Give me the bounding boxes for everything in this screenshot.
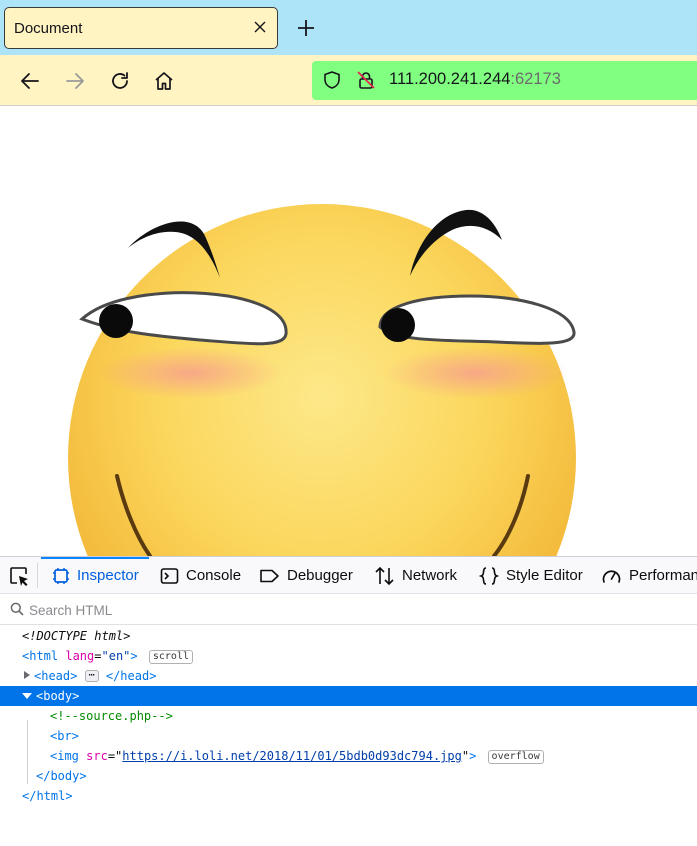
html-lang-value: "en" — [101, 649, 131, 663]
head-open-tag: <head> — [34, 669, 78, 683]
source-comment-node: <!--source.php--> — [50, 709, 173, 723]
new-tab-plus-icon[interactable] — [296, 18, 316, 38]
url-text: 111.200.241.244:62173 — [389, 70, 561, 89]
tab-network-label: Network — [402, 567, 458, 584]
url-bar[interactable]: 111.200.241.244:62173 — [312, 61, 697, 100]
head-close-tag: </head> — [105, 669, 157, 683]
reload-icon[interactable] — [109, 70, 131, 92]
back-arrow-icon[interactable] — [19, 70, 41, 92]
collapsed-children-badge[interactable]: ⋯ — [84, 670, 99, 682]
performance-icon — [602, 569, 621, 583]
tab-performance-label: Performan — [629, 567, 697, 584]
network-icon — [375, 566, 394, 585]
markup-html-close-row[interactable]: </html> — [0, 786, 697, 806]
tab-strip: Document — [0, 0, 697, 55]
tab-performance[interactable]: Performan — [601, 557, 697, 594]
tab-inspector-label: Inspector — [77, 567, 139, 584]
debugger-icon — [260, 569, 279, 582]
tab-console[interactable]: Console — [160, 557, 241, 594]
tab-style-editor-label: Style Editor — [506, 567, 583, 584]
tab-inspector[interactable]: Inspector — [41, 557, 149, 594]
doctype-node: <!DOCTYPE html> — [22, 629, 131, 643]
tracking-protection-shield-icon[interactable] — [322, 70, 342, 90]
collapse-twisty-icon[interactable] — [22, 693, 32, 699]
right-pupil — [381, 308, 415, 342]
html-close-tag: </html> — [22, 789, 73, 803]
img-src-attr: src — [86, 749, 108, 763]
toolbar-separator — [37, 563, 38, 588]
markup-doctype-row[interactable]: <!DOCTYPE html> — [0, 626, 697, 646]
img-attr-eq: =" — [107, 749, 123, 763]
img-open-tag: <img — [50, 749, 79, 763]
url-host: 111.200.241.244 — [389, 70, 511, 88]
left-pupil — [99, 304, 133, 338]
forward-arrow-icon[interactable] — [64, 70, 86, 92]
right-blush — [384, 347, 568, 399]
left-blush — [98, 347, 282, 399]
markup-html-row[interactable]: <html lang="en"> scroll — [0, 646, 697, 666]
inspector-icon — [53, 567, 69, 584]
scroll-badge[interactable]: scroll — [148, 650, 193, 664]
devtools-toolbar: Inspector Console Debugger Network Style… — [0, 557, 697, 594]
markup-br-row[interactable]: <br> — [0, 726, 697, 746]
indent-guide-line — [27, 720, 28, 784]
html-open-close: > — [130, 649, 138, 663]
tab-style-editor[interactable]: Style Editor — [479, 557, 583, 594]
markup-body-row-selected[interactable]: <body> — [0, 686, 697, 706]
img-close-bracket: > — [469, 749, 477, 763]
page-viewport — [0, 106, 697, 556]
tab-network[interactable]: Network — [374, 557, 457, 594]
browser-tab[interactable]: Document — [4, 7, 278, 49]
tab-console-label: Console — [186, 567, 242, 584]
smirking-face-emoji-image — [68, 204, 576, 556]
navigation-toolbar: 111.200.241.244:62173 — [0, 55, 697, 106]
body-open-tag: <body> — [36, 689, 80, 703]
home-icon[interactable] — [153, 70, 175, 92]
url-port: :62173 — [510, 70, 561, 88]
img-attr-end: " — [461, 749, 470, 763]
html-lang-attr: lang — [65, 649, 95, 663]
markup-body-close-row[interactable]: </body> — [0, 766, 697, 786]
markup-comment-row[interactable]: <!--source.php--> — [0, 706, 697, 726]
tab-debugger-label: Debugger — [287, 567, 353, 584]
tab-debugger[interactable]: Debugger — [259, 557, 353, 594]
console-icon — [160, 567, 179, 584]
html-search-bar — [0, 595, 697, 625]
markup-head-row[interactable]: <head> ⋯ </head> — [0, 666, 697, 686]
html-open-tag: <html — [22, 649, 59, 663]
search-icon — [10, 602, 24, 616]
img-src-link[interactable]: https://i.loli.net/2018/11/01/5bdb0d93dc… — [122, 749, 462, 763]
expand-twisty-icon[interactable] — [24, 671, 30, 679]
close-icon[interactable] — [253, 20, 267, 34]
style-editor-icon — [479, 566, 499, 585]
overflow-badge[interactable]: overflow — [487, 750, 544, 764]
markup-img-row[interactable]: <img src="https://i.loli.net/2018/11/01/… — [0, 746, 697, 766]
tab-title: Document — [14, 20, 83, 37]
search-html-input[interactable] — [29, 599, 429, 621]
insecure-lock-icon[interactable] — [356, 70, 376, 90]
br-tag: <br> — [50, 729, 79, 743]
element-picker-icon[interactable] — [9, 566, 30, 587]
body-close-tag: </body> — [36, 769, 87, 783]
